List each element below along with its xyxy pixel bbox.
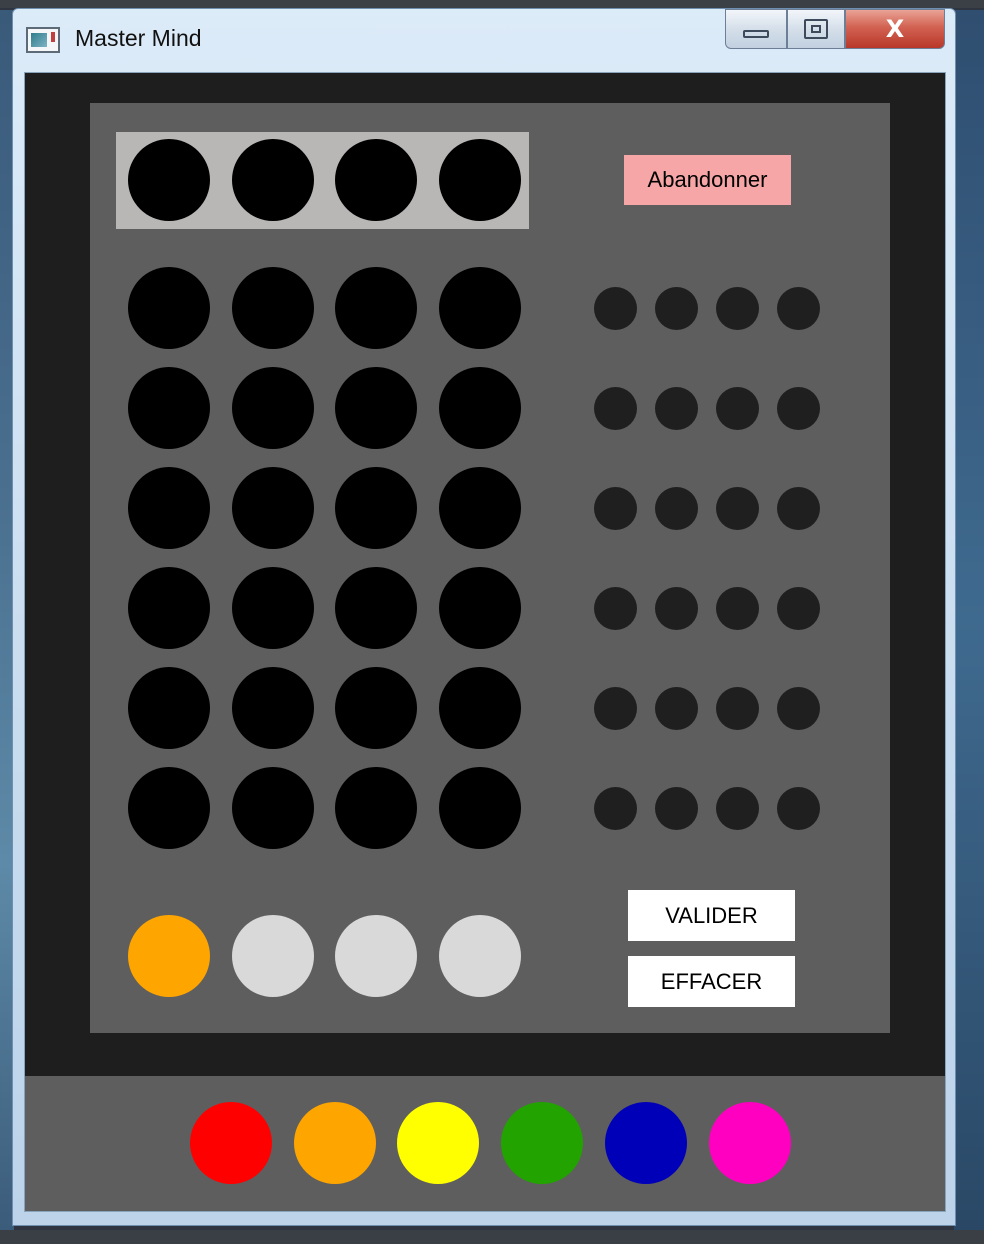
hint-peg (594, 687, 637, 730)
guess-peg (439, 467, 521, 549)
game-client-area: Abandonner VALIDER EFFACER (24, 72, 946, 1212)
guess-peg (128, 567, 210, 649)
palette-color-yellow[interactable] (397, 1102, 480, 1184)
hint-peg (716, 287, 759, 330)
secret-peg (232, 139, 314, 221)
desktop-top-strip (0, 0, 984, 8)
close-icon: X (885, 15, 905, 43)
guess-peg (232, 767, 314, 849)
hint-peg (777, 487, 820, 530)
hint-peg (716, 587, 759, 630)
palette-color-green[interactable] (501, 1102, 584, 1184)
hint-peg (655, 287, 698, 330)
hint-peg (716, 787, 759, 830)
current-guess-slot[interactable] (439, 915, 521, 997)
hint-peg (655, 487, 698, 530)
guess-peg (128, 667, 210, 749)
title-bar[interactable]: Master Mind X (13, 9, 955, 71)
clear-button[interactable]: EFFACER (628, 956, 795, 1007)
hint-peg (594, 287, 637, 330)
guess-peg (335, 767, 417, 849)
guess-peg (439, 367, 521, 449)
guess-peg (335, 367, 417, 449)
hint-peg (655, 587, 698, 630)
palette-color-red[interactable] (190, 1102, 272, 1184)
current-guess-slot[interactable] (335, 915, 417, 997)
hint-peg (655, 387, 698, 430)
secret-code-row (116, 132, 529, 229)
secret-peg (335, 139, 417, 221)
current-guess-slot[interactable] (232, 915, 314, 997)
hint-peg (594, 487, 637, 530)
guess-peg (335, 467, 417, 549)
abandon-button[interactable]: Abandonner (624, 155, 791, 205)
palette-color-magenta[interactable] (708, 1102, 791, 1184)
hint-peg (777, 287, 820, 330)
validate-button[interactable]: VALIDER (628, 890, 795, 941)
hint-peg (655, 687, 698, 730)
hint-peg (777, 587, 820, 630)
window-title: Master Mind (75, 25, 202, 51)
hint-peg (655, 787, 698, 830)
master-mind-window: Master Mind X Abandonner VALIDER EFFACER (12, 8, 956, 1226)
minimize-icon (743, 30, 769, 38)
window-controls: X (725, 9, 945, 49)
palette-color-blue[interactable] (604, 1102, 687, 1184)
maximize-button[interactable] (787, 9, 845, 49)
guess-peg (232, 667, 314, 749)
minimize-button[interactable] (725, 9, 787, 49)
secret-peg (128, 139, 210, 221)
game-board: Abandonner VALIDER EFFACER (90, 103, 890, 1033)
guess-peg (335, 267, 417, 349)
hint-peg (716, 687, 759, 730)
guess-peg (128, 467, 210, 549)
guess-peg (128, 767, 210, 849)
hint-peg (777, 687, 820, 730)
app-icon (26, 27, 60, 53)
guess-peg (232, 267, 314, 349)
guess-peg (439, 567, 521, 649)
secret-peg (439, 139, 521, 221)
guess-peg (439, 767, 521, 849)
hint-peg (594, 387, 637, 430)
hint-peg (716, 487, 759, 530)
guess-peg (232, 367, 314, 449)
current-guess-slot[interactable] (128, 915, 210, 997)
hint-peg (777, 387, 820, 430)
guess-peg (335, 667, 417, 749)
palette-color-orange[interactable] (293, 1102, 376, 1184)
hint-peg (716, 387, 759, 430)
guess-peg (439, 667, 521, 749)
guess-peg (128, 267, 210, 349)
hint-peg (594, 787, 637, 830)
guess-peg (335, 567, 417, 649)
desktop-bottom-strip (0, 1230, 984, 1244)
maximize-icon (804, 19, 828, 39)
close-button[interactable]: X (845, 9, 945, 49)
hint-peg (594, 587, 637, 630)
guess-peg (128, 367, 210, 449)
guess-peg (232, 467, 314, 549)
color-palette (25, 1076, 945, 1211)
guess-peg (439, 267, 521, 349)
hint-peg (777, 787, 820, 830)
guess-peg (232, 567, 314, 649)
desktop-background-right (954, 10, 984, 1230)
